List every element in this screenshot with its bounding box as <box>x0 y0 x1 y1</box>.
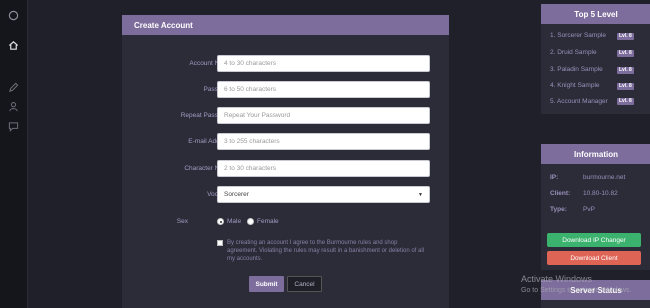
submit-button[interactable]: Submit <box>249 276 284 292</box>
agreement-text: By creating an account I agree to the Bu… <box>227 240 425 262</box>
agree-checkbox[interactable] <box>217 240 223 246</box>
watermark-title: Activate Windows <box>521 274 593 284</box>
top-item[interactable]: 3. Paladin Sample <box>550 66 603 74</box>
male-radio[interactable] <box>217 218 224 225</box>
information-title: Information <box>541 144 650 164</box>
top-item[interactable]: 4. Knight Sample <box>550 82 600 90</box>
top-5-title: Top 5 Level <box>541 4 650 24</box>
account-name-row: Account Name <box>122 55 449 72</box>
repeat-password-row: Repeat Password <box>122 107 449 124</box>
information-box: Information IP: burmourne.net Client: 10… <box>541 144 650 270</box>
top-item[interactable]: 2. Druid Sample <box>550 49 597 57</box>
chat-icon[interactable] <box>8 121 19 132</box>
level-badge: Lvl. 8 <box>617 33 634 40</box>
watermark-subtitle: Go to Settings to activate Windows. <box>521 287 632 294</box>
ip-value: burmourne.net <box>583 174 626 181</box>
repeat-password-input[interactable] <box>217 107 430 124</box>
password-row: Password <box>122 81 449 98</box>
activate-windows-watermark: Activate Windows Go to Settings to activ… <box>521 274 632 296</box>
ip-key: IP: <box>550 174 559 181</box>
vocation-value: Sorcerer <box>224 191 249 198</box>
character-name-input[interactable] <box>217 160 430 177</box>
circle-icon[interactable] <box>8 10 19 21</box>
email-row: E-mail Address <box>122 133 449 150</box>
email-input[interactable] <box>217 133 430 150</box>
level-badge: Lvl. 8 <box>617 67 634 74</box>
left-sidebar <box>0 0 28 308</box>
level-badge: Lvl. 8 <box>617 50 634 57</box>
female-label: Female <box>257 218 279 225</box>
male-label: Male <box>227 218 242 225</box>
character-name-row: Character Name <box>122 160 449 177</box>
account-name-input[interactable] <box>217 55 430 72</box>
download-client-button[interactable]: Download Client <box>547 251 641 265</box>
top-item[interactable]: 1. Sorcerer Sample <box>550 32 606 40</box>
create-account-panel: Create Account Account Name Password Rep… <box>122 15 449 308</box>
download-ip-changer-button[interactable]: Download IP Changer <box>547 233 641 247</box>
top-item[interactable]: 5. Account Manager <box>550 98 610 106</box>
type-key: Type: <box>550 206 567 213</box>
sex-label: Sex <box>176 218 188 225</box>
client-key: Client: <box>550 190 571 197</box>
type-value: PvP <box>583 206 595 213</box>
caret-down-icon: ▼ <box>418 191 423 198</box>
female-radio[interactable] <box>247 218 254 225</box>
password-input[interactable] <box>217 81 430 98</box>
panel-title: Create Account <box>122 15 449 35</box>
vocation-select[interactable]: Sorcerer ▼ <box>217 186 430 203</box>
cancel-button[interactable]: Cancel <box>287 276 322 292</box>
pencil-icon[interactable] <box>8 82 19 93</box>
user-icon[interactable] <box>8 101 19 112</box>
top-5-level-box: Top 5 Level 1. Sorcerer Sample Lvl. 8 2.… <box>541 4 650 114</box>
vocation-row: Vocation Sorcerer ▼ <box>122 186 449 203</box>
home-icon[interactable] <box>8 40 19 51</box>
client-value: 10.80-10.82 <box>583 190 618 197</box>
level-badge: Lvl. 8 <box>617 98 634 105</box>
level-badge: Lvl. 8 <box>617 83 634 90</box>
sex-row: Sex Male Female <box>122 217 449 229</box>
